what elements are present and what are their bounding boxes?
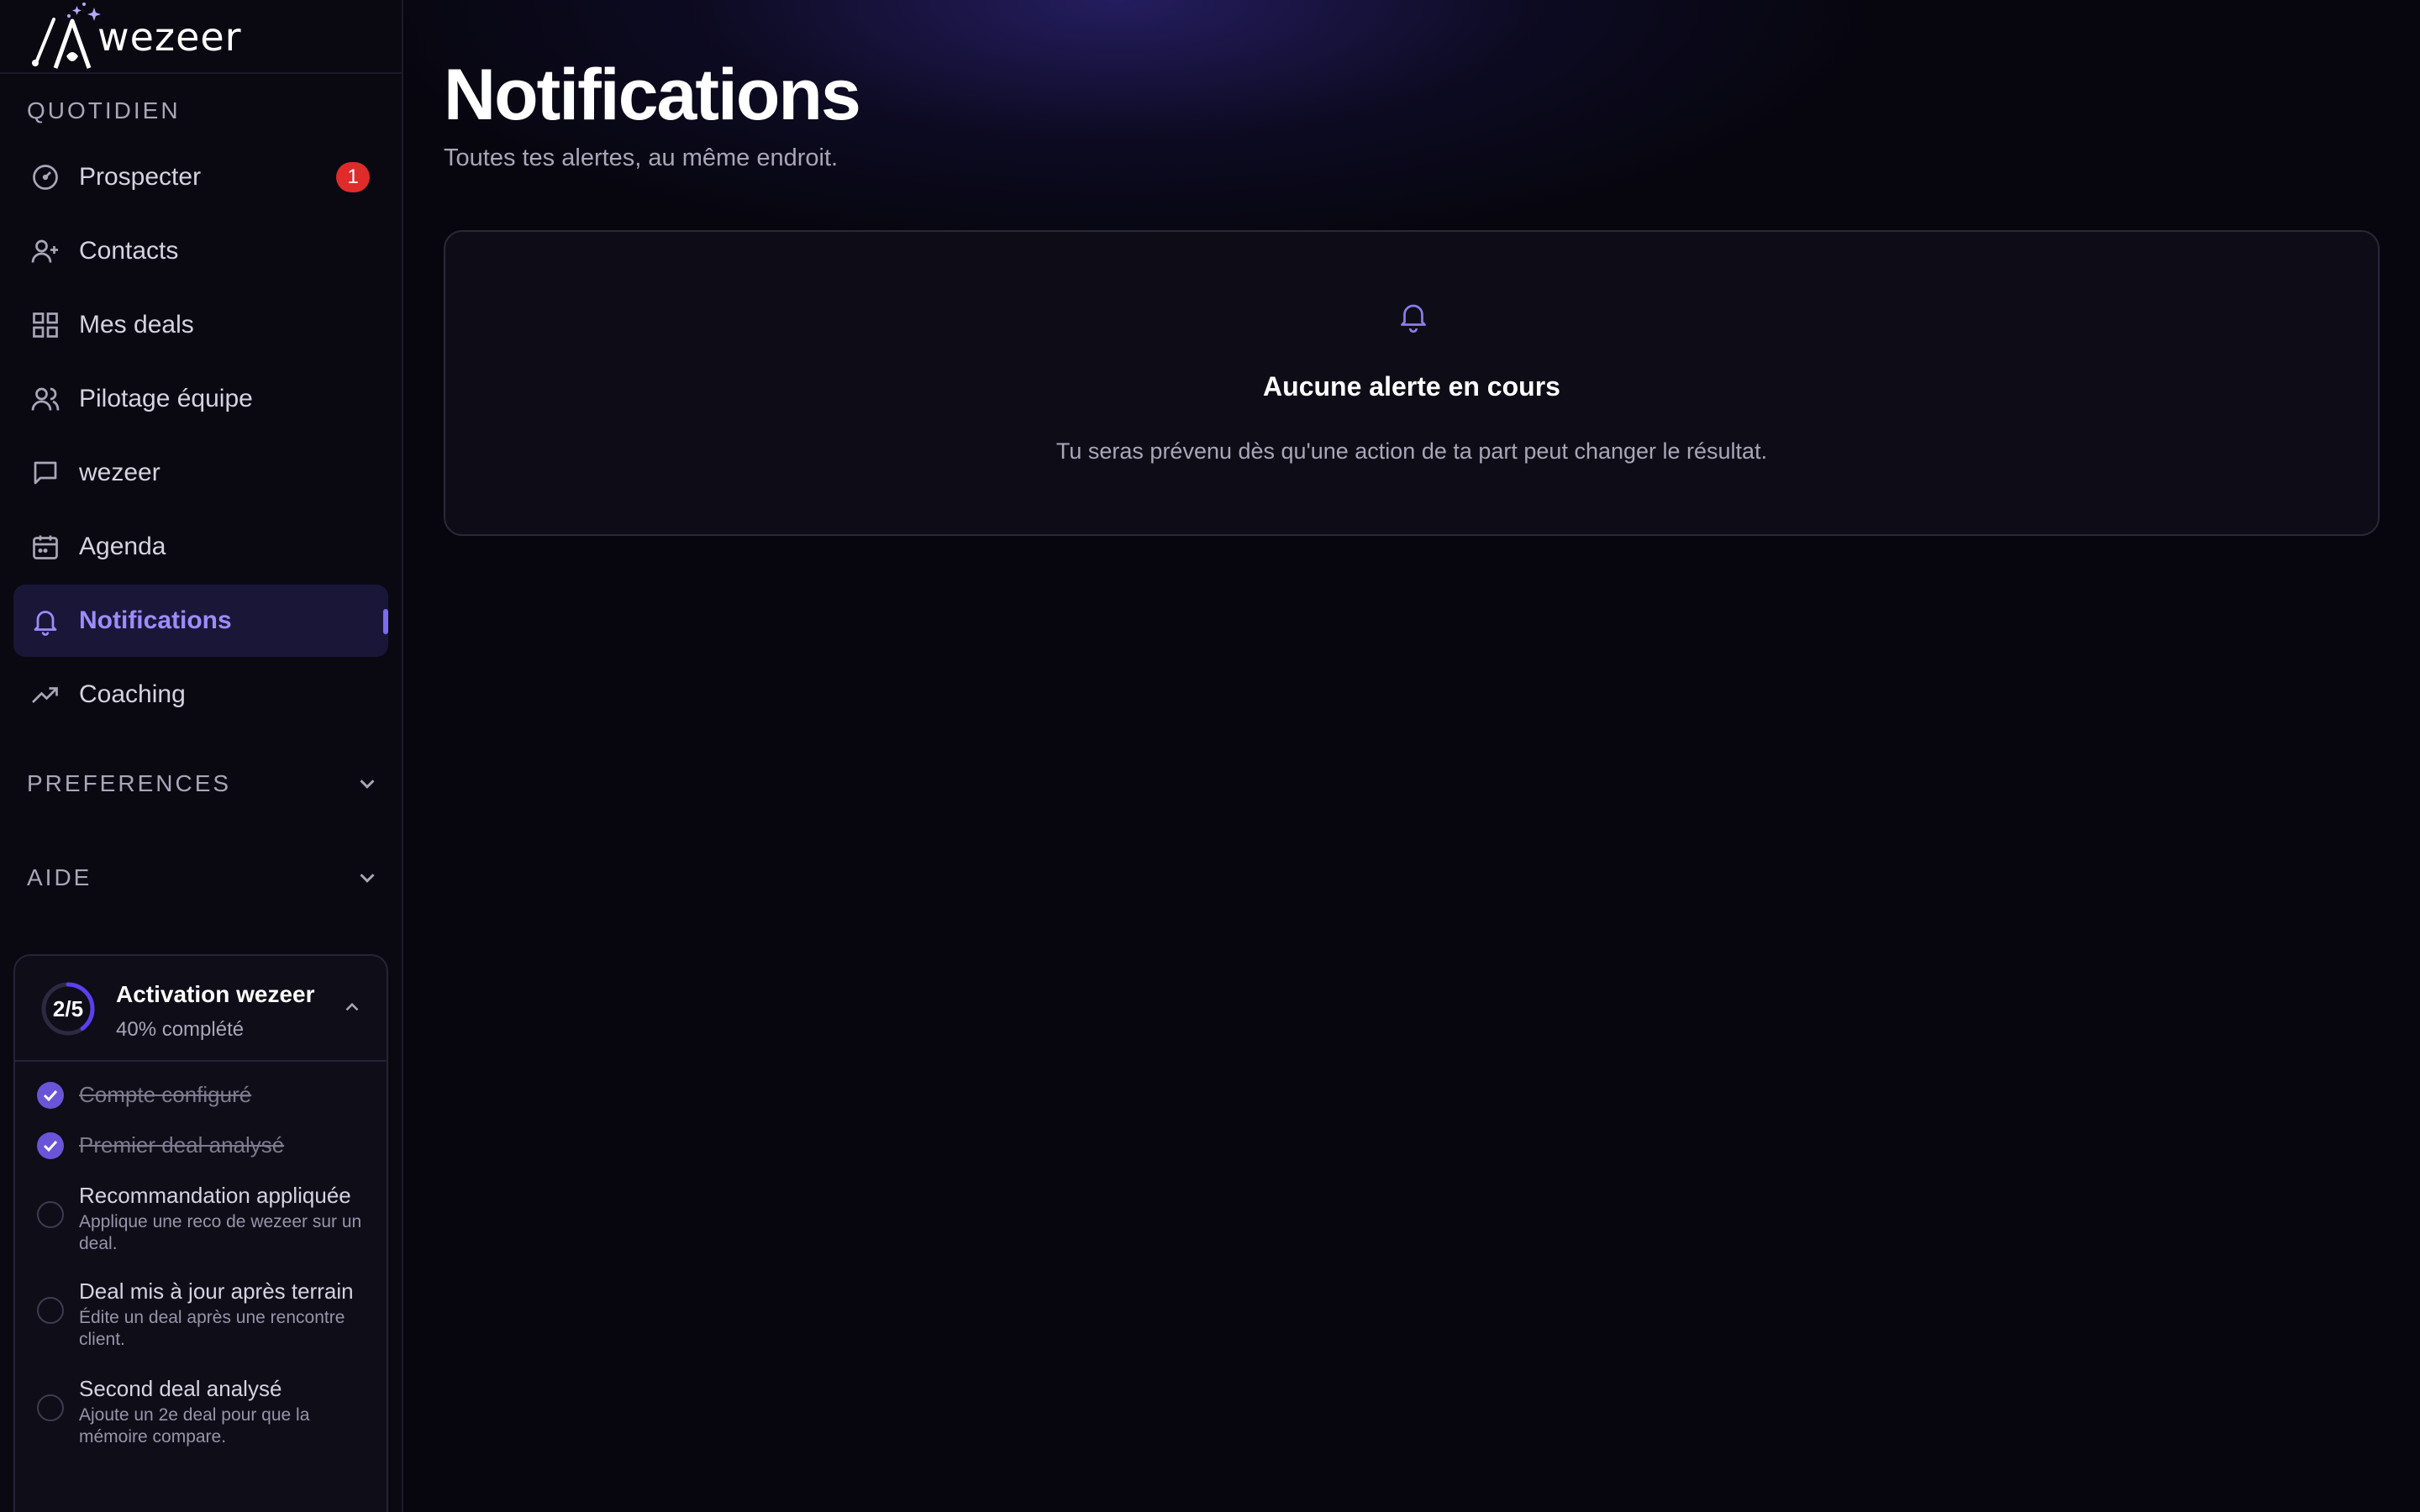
activation-title: Activation wezeer: [116, 981, 315, 1007]
bell-icon: [1401, 304, 1426, 333]
grid-icon: [29, 308, 62, 342]
sidebar-item-label: Mes deals: [79, 311, 194, 339]
active-indicator: [383, 609, 388, 634]
sidebar-item-wezeer[interactable]: wezeer: [13, 437, 388, 509]
task-title: Recommandation appliquée: [79, 1183, 351, 1208]
task-description: Édite un deal après une rencontre client…: [79, 1308, 345, 1349]
page-subtitle: Toutes tes alertes, au même endroit.: [444, 144, 839, 171]
sidebar-item-label: Pilotage équipe: [79, 385, 253, 412]
notification-badge: 1: [336, 162, 370, 192]
gauge-icon: [29, 160, 62, 194]
chevron-down-icon: [360, 780, 375, 789]
unchecked-icon: [37, 1201, 64, 1228]
sidebar-item-label: Prospecter: [79, 163, 202, 191]
sidebar-item-mes-deals[interactable]: Mes deals: [13, 289, 388, 361]
brand-name: wezeer: [97, 14, 242, 60]
sidebar-item-prospecter[interactable]: Prospecter 1: [13, 141, 388, 213]
sidebar-item-label: Notifications: [79, 606, 232, 634]
activation-header[interactable]: 2/5 Activation wezeer 40% complété: [15, 956, 387, 1062]
task-description: Ajoute un 2e deal pour que la mémoire co…: [79, 1405, 310, 1446]
task-title: Premier deal analysé: [79, 1132, 285, 1158]
task-title: Compte configuré: [79, 1082, 252, 1107]
chat-icon: [29, 456, 62, 490]
unchecked-icon: [37, 1394, 64, 1421]
sidebar-item-notifications[interactable]: Notifications: [13, 585, 388, 657]
sidebar-item-label: Contacts: [79, 237, 179, 265]
section-label-help: AIDE: [27, 864, 92, 890]
trending-up-icon: [29, 678, 62, 711]
sidebar-item-contacts[interactable]: Contacts: [13, 215, 388, 287]
section-label-daily: QUOTIDIEN: [27, 97, 181, 123]
section-toggle-preferences[interactable]: PREFERENCES: [13, 754, 388, 813]
calendar-icon: [29, 530, 62, 564]
wezeer-logo-icon: [32, 3, 101, 69]
task-title: Deal mis à jour après terrain: [79, 1278, 354, 1304]
sidebar: wezeer QUOTIDIEN Prospecter 1 Contacts M…: [0, 0, 403, 1512]
activation-card: 2/5 Activation wezeer 40% complété Compt…: [13, 954, 388, 1512]
users-icon: [29, 382, 62, 416]
unchecked-icon: [37, 1297, 64, 1324]
sidebar-item-label: Coaching: [79, 680, 186, 708]
page-title: Notifications: [444, 55, 861, 135]
sidebar-item-label: Agenda: [79, 533, 166, 560]
user-plus-icon: [29, 234, 62, 268]
empty-state-title: Aucune alerte en cours: [1263, 371, 1560, 402]
checked-icon: [37, 1132, 64, 1159]
section-label-preferences: PREFERENCES: [27, 770, 232, 796]
sidebar-item-pilotage-equipe[interactable]: Pilotage équipe: [13, 363, 388, 435]
sidebar-item-coaching[interactable]: Coaching: [13, 659, 388, 731]
chevron-up-icon[interactable]: [341, 996, 363, 1018]
empty-state-description: Tu seras prévenu dès qu'une action de ta…: [1055, 438, 1768, 464]
section-toggle-help[interactable]: AIDE: [13, 848, 388, 907]
main-content: Notifications Toutes tes alertes, au mêm…: [403, 0, 2420, 1512]
task-description: Applique une reco de wezeer sur un deal.: [79, 1212, 362, 1253]
activation-subtitle: 40% complété: [116, 1018, 245, 1041]
app-window: wezeer QUOTIDIEN Prospecter 1 Contacts M…: [0, 0, 2420, 1512]
bell-icon: [29, 604, 62, 638]
task-title: Second deal analysé: [79, 1376, 282, 1401]
progress-count: 2/5: [52, 996, 84, 1021]
sidebar-item-label: wezeer: [79, 459, 160, 486]
checked-icon: [37, 1082, 64, 1109]
sidebar-item-agenda[interactable]: Agenda: [13, 511, 388, 583]
empty-state-card: Aucune alerte en cours Tu seras prévenu …: [444, 230, 2380, 536]
chevron-down-icon: [360, 874, 375, 883]
logo[interactable]: wezeer: [0, 0, 402, 74]
